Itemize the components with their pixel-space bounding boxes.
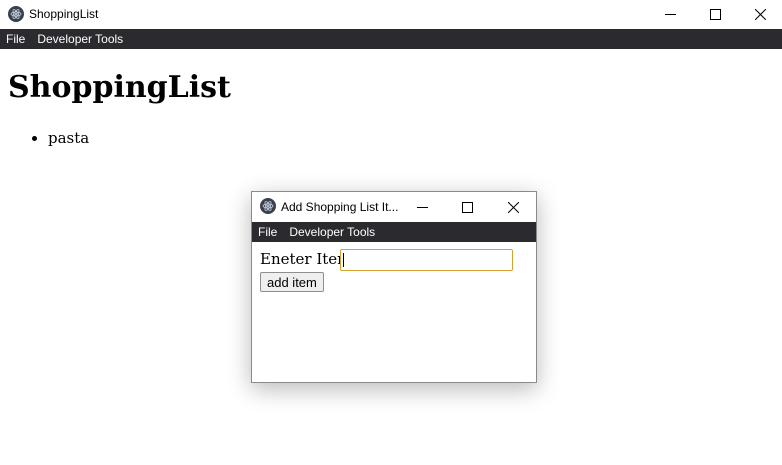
dialog-menubar: File Developer Tools xyxy=(252,222,536,242)
maximize-icon xyxy=(709,9,721,20)
dialog-maximize-button[interactable] xyxy=(444,192,490,222)
maximize-button[interactable] xyxy=(692,0,738,29)
item-field-label: Eneter Item xyxy=(260,250,352,268)
minimize-icon xyxy=(416,206,428,208)
minimize-icon xyxy=(664,14,676,15)
add-item-dialog: Add Shopping List It... File Developer T… xyxy=(251,191,537,383)
close-button[interactable] xyxy=(737,0,782,29)
menubar: File Developer Tools xyxy=(0,29,782,49)
menu-item-developer-tools[interactable]: Developer Tools xyxy=(31,29,129,49)
close-icon xyxy=(754,9,766,20)
menu-item-file[interactable]: File xyxy=(0,29,31,49)
page-title: ShoppingList xyxy=(8,70,231,105)
dialog-titlebar[interactable]: Add Shopping List It... xyxy=(252,192,536,222)
dialog-menu-item-developer-tools[interactable]: Developer Tools xyxy=(283,222,381,242)
shopping-list: pasta xyxy=(48,129,89,147)
close-icon xyxy=(507,201,519,213)
dialog-menu-item-file[interactable]: File xyxy=(252,222,283,242)
dialog-title: Add Shopping List It... xyxy=(281,200,399,214)
maximize-icon xyxy=(461,201,473,213)
minimize-button[interactable] xyxy=(647,0,693,29)
window-titlebar[interactable]: ShoppingList xyxy=(0,0,782,29)
window-title: ShoppingList xyxy=(29,7,99,21)
dialog-minimize-button[interactable] xyxy=(399,192,445,222)
item-input[interactable] xyxy=(340,249,513,271)
text-caret xyxy=(343,253,344,267)
electron-app-icon xyxy=(260,198,276,214)
electron-app-icon xyxy=(8,6,24,22)
dialog-close-button[interactable] xyxy=(490,192,536,222)
add-item-button[interactable]: add item xyxy=(260,272,324,292)
list-item: pasta xyxy=(48,129,89,147)
